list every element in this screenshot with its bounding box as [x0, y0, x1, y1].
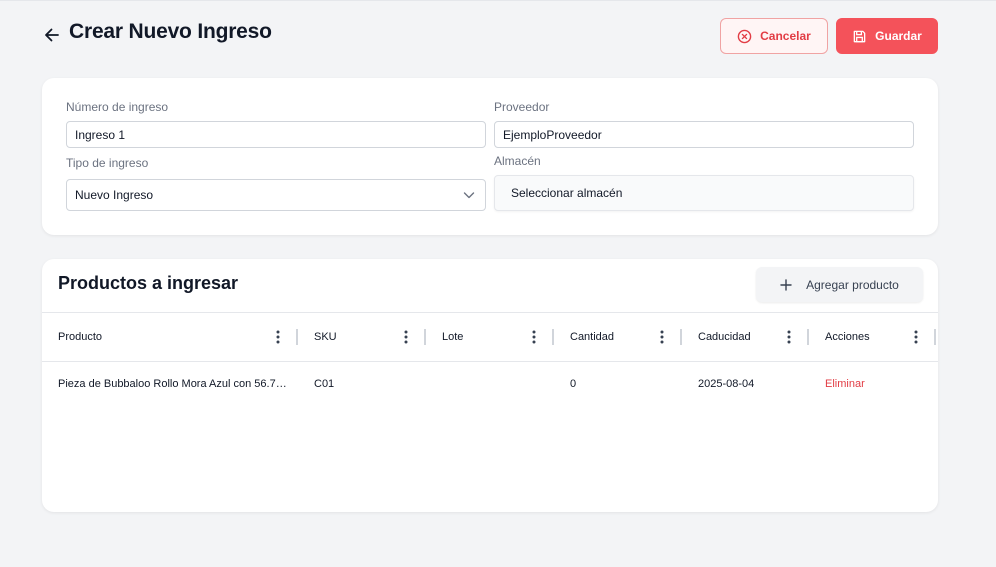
cancel-button[interactable]: Cancelar [720, 18, 828, 54]
column-header-acciones[interactable]: Acciones [809, 313, 936, 361]
chevron-down-icon [463, 192, 475, 199]
tipo-ingreso-value: Nuevo Ingreso [75, 188, 154, 202]
arrow-left-icon [45, 28, 59, 42]
column-separator[interactable] [934, 329, 936, 345]
plus-icon [780, 278, 792, 291]
save-button[interactable]: Guardar [836, 18, 938, 54]
proveedor-input[interactable]: EjemploProveedor [494, 121, 914, 148]
cell-lote [426, 362, 554, 406]
numero-ingreso-input[interactable]: Ingreso 1 [66, 121, 486, 148]
numero-ingreso-value: Ingreso 1 [75, 127, 126, 142]
vertical-dots-icon[interactable] [787, 330, 791, 344]
vertical-dots-icon[interactable] [276, 330, 280, 344]
table-row[interactable]: Pieza de Bubbaloo Rollo Mora Azul con 56… [42, 362, 938, 406]
productos-table: Producto SKU Lote Cantidad Caducidad Acc… [42, 312, 938, 512]
vertical-dots-icon[interactable] [532, 330, 536, 344]
proveedor-value: EjemploProveedor [503, 127, 602, 142]
almacen-value: Seleccionar almacén [511, 186, 623, 200]
cell-sku: C01 [314, 378, 335, 390]
column-header-cantidad[interactable]: Cantidad [554, 313, 682, 361]
column-header-sku[interactable]: SKU [298, 313, 426, 361]
delete-link[interactable]: Eliminar [809, 378, 865, 390]
ingreso-form-card: Número de ingreso Ingreso 1 Proveedor Ej… [42, 78, 938, 235]
add-product-button[interactable]: Agregar producto [756, 267, 923, 302]
column-header-lote[interactable]: Lote [426, 313, 554, 361]
cell-cantidad: 0 [570, 378, 577, 390]
proveedor-label: Proveedor [494, 100, 550, 114]
productos-title: Productos a ingresar [58, 273, 239, 293]
column-header-producto[interactable]: Producto [42, 313, 298, 361]
cell-caducidad: 2025-08-04 [698, 378, 755, 390]
cancel-button-label: Cancelar [760, 29, 811, 43]
almacen-select[interactable]: Seleccionar almacén [494, 175, 914, 211]
tipo-ingreso-label: Tipo de ingreso [66, 156, 149, 170]
page-title: Crear Nuevo Ingreso [69, 20, 272, 43]
vertical-dots-icon[interactable] [914, 330, 918, 344]
column-header-caducidad[interactable]: Caducidad [682, 313, 809, 361]
productos-card: Productos a ingresar Agregar producto Pr… [42, 259, 938, 512]
top-divider [0, 0, 996, 1]
page-header: Crear Nuevo Ingreso Cancelar Guardar [42, 18, 938, 54]
vertical-dots-icon[interactable] [660, 330, 664, 344]
back-button[interactable] [42, 25, 62, 45]
table-header: Producto SKU Lote Cantidad Caducidad Acc… [42, 313, 938, 362]
tipo-ingreso-select[interactable]: Nuevo Ingreso [66, 179, 486, 211]
cell-producto: Pieza de Bubbaloo Rollo Mora Azul con 56… [58, 378, 287, 390]
vertical-dots-icon[interactable] [404, 330, 408, 344]
floppy-disk-icon [853, 30, 866, 42]
x-circle-icon [737, 29, 752, 43]
save-button-label: Guardar [875, 29, 922, 43]
numero-ingreso-label: Número de ingreso [66, 100, 169, 114]
cell-acciones: Eliminar [809, 362, 936, 406]
almacen-label: Almacén [494, 154, 541, 168]
add-product-label: Agregar producto [806, 277, 899, 292]
